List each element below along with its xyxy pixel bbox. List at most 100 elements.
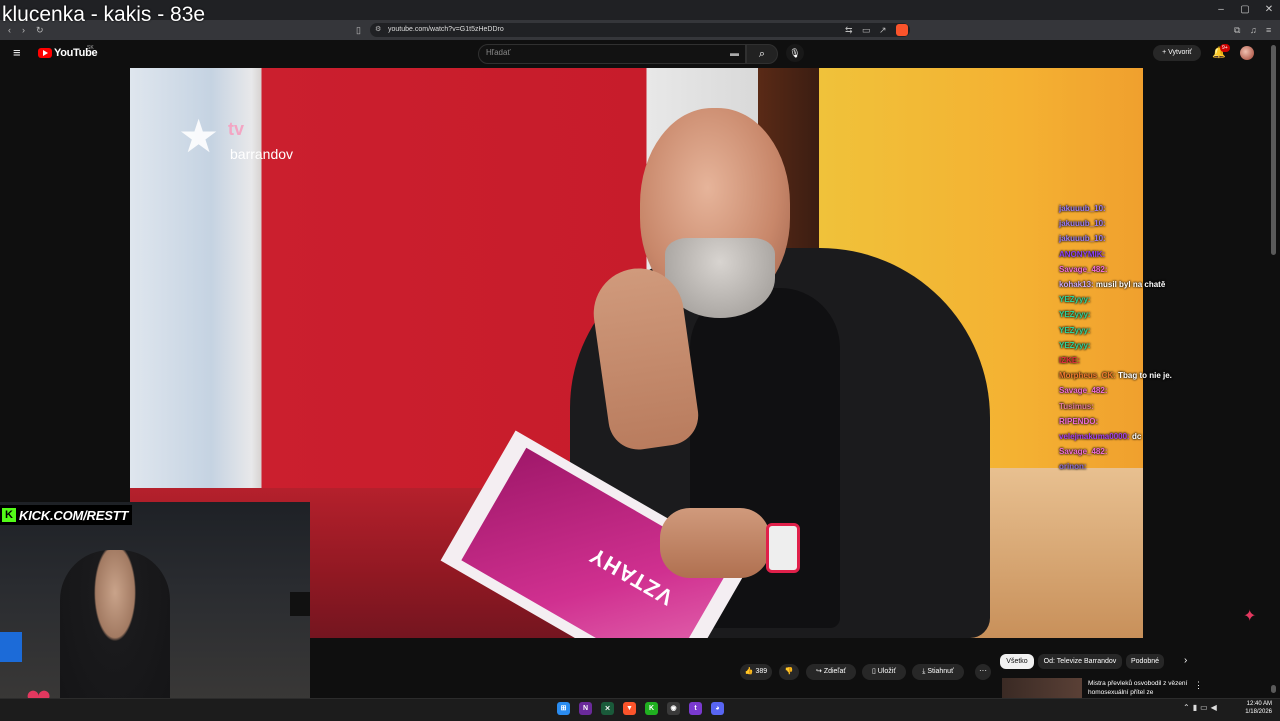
chat-username: YEZyyy: — [1059, 310, 1091, 320]
chat-message: Savage_482: — [1059, 383, 1279, 398]
brave-icon[interactable]: ▼ — [623, 702, 636, 715]
kick-url: KICK.COM/RESTT — [19, 507, 129, 523]
cast-icon[interactable]: ▭ — [862, 24, 871, 36]
url-text[interactable]: youtube.com/watch?v=G1t5zHeDDro — [388, 24, 504, 36]
create-button[interactable]: + Vytvoriť — [1153, 45, 1201, 61]
chat-message: ANONYMIK: — [1059, 247, 1279, 262]
voice-search-button[interactable]: 🎙 — [786, 44, 804, 62]
chat-username: jakuuub_10: — [1059, 234, 1106, 244]
kick-badge: K KICK.COM/RESTT — [0, 505, 133, 525]
twitch-icon[interactable]: t — [689, 702, 702, 715]
kebab-menu-icon[interactable]: ⋮ — [1194, 680, 1203, 691]
chip-from-channel[interactable]: Od: Televize Barrandov — [1038, 654, 1122, 669]
region-code: SK — [87, 45, 94, 51]
clock-date[interactable]: 1/18/2026 — [1238, 709, 1272, 715]
search-icon: ⌕ — [758, 48, 766, 60]
chip-all[interactable]: Všetko — [1000, 654, 1034, 669]
bookmark-icon[interactable]: ▯ — [356, 24, 361, 36]
chat-text: dc — [1131, 432, 1142, 442]
chat-username: kohak13: — [1059, 280, 1094, 290]
like-button[interactable]: 👍 389 — [740, 664, 772, 680]
chat-username: YEZyyy: — [1059, 340, 1091, 350]
thumbs-up-icon: 👍 — [744, 668, 756, 675]
channel-logo-name: barrandov — [230, 146, 294, 162]
chat-message: IZKE: — [1059, 353, 1279, 368]
account-avatar[interactable] — [1240, 46, 1254, 60]
discord-icon[interactable]: ◕ — [711, 702, 724, 715]
chat-username: IZKE: — [1059, 356, 1080, 366]
chat-username: jakuuub_10: — [1059, 204, 1106, 213]
chat-text: musil byl na chatě — [1095, 280, 1166, 290]
youtube-logo-icon[interactable] — [38, 48, 52, 58]
dislike-button[interactable]: 👎 — [779, 664, 799, 680]
search-input[interactable] — [478, 44, 746, 64]
recommendation-title[interactable]: Mistra převleků osvobodil z vězení homos… — [1088, 679, 1188, 697]
recommendation-thumbnail[interactable] — [1002, 678, 1082, 698]
chat-username: Tusimus: — [1059, 401, 1094, 411]
share-icon: ↪ — [816, 668, 824, 675]
download-button[interactable]: ⤓ Stiahnuť — [912, 664, 964, 680]
video-person-watch — [766, 523, 800, 573]
chat-username: YEZyyy: — [1059, 325, 1091, 335]
hamburger-menu-icon[interactable]: ≡ — [13, 46, 27, 60]
chat-message: velejmakuma0000: dc — [1059, 429, 1279, 444]
chat-message: Savage_482: — [1059, 444, 1279, 459]
like-count: 389 — [755, 668, 768, 675]
chat-username: ANONYMIK: — [1059, 249, 1106, 259]
clock-time[interactable]: 12:40 AM — [1238, 701, 1272, 707]
browser-menu-icon[interactable]: ≡ — [1266, 24, 1271, 36]
minimize-button[interactable]: – — [1210, 3, 1232, 17]
thumbs-down-icon: 👎 — [784, 668, 794, 675]
save-button[interactable]: ▯ Uložiť — [862, 664, 906, 680]
maximize-button[interactable]: ▢ — [1234, 3, 1256, 17]
media-icon[interactable]: ♫ — [1250, 24, 1257, 36]
chevron-right-icon[interactable]: › — [1184, 655, 1187, 666]
chat-username: orinon: — [1059, 462, 1087, 472]
chat-username: Savage_482: — [1059, 386, 1108, 396]
sparkle-icon: ✦ — [1243, 608, 1257, 625]
chat-message: YEZyyy: — [1059, 338, 1279, 353]
chat-message: YEZyyy: — [1059, 307, 1279, 322]
stream-overlay-title: klucenka - kakis - 83e — [2, 3, 206, 26]
webcam-lamp — [290, 592, 310, 616]
steam-icon[interactable]: ◉ — [667, 702, 680, 715]
chat-username: velejmakuma0000: — [1059, 432, 1130, 442]
webcam-person — [60, 550, 170, 720]
more-actions-button[interactable]: ··· — [975, 664, 991, 680]
extensions-icon[interactable]: ⧉ — [1234, 24, 1240, 36]
keyboard-icon[interactable]: ▬ — [730, 48, 739, 58]
chat-message: jakuuub_10: — [1059, 216, 1279, 231]
chat-message: orinon: — [1059, 459, 1279, 474]
app-icon-purple[interactable]: N — [579, 702, 592, 715]
search-placeholder[interactable]: Hľadať — [486, 48, 510, 57]
page-scrollbar[interactable] — [1271, 45, 1276, 255]
xbox-icon[interactable]: ⨯ — [601, 702, 614, 715]
chat-message: RIPENDO: — [1059, 414, 1279, 429]
chat-message: jakuuub_10: — [1059, 231, 1279, 246]
kick-app-icon[interactable]: K — [645, 702, 658, 715]
chat-username: RIPENDO: — [1059, 416, 1099, 426]
chat-username: Savage_482: — [1059, 264, 1108, 274]
chat-username: Savage_482: — [1059, 447, 1108, 457]
stream-chat-overlay: jakuuub_10: jakuuub_10: jakuuub_10: ANON… — [1059, 201, 1279, 475]
notification-count-badge: 9+ — [1220, 44, 1230, 52]
share-page-icon[interactable]: ↗ — [879, 24, 887, 36]
brave-shield-icon[interactable] — [896, 24, 908, 36]
webcam-blue-light — [0, 632, 22, 662]
chat-username: YEZyyy: — [1059, 295, 1091, 305]
system-tray-icons[interactable]: ⌃▮▭◀ — [1183, 703, 1220, 712]
video-person-hand-2 — [660, 508, 770, 578]
share-button[interactable]: ↪ Zdieľať — [806, 664, 856, 680]
chat-message: Savage_482: — [1059, 262, 1279, 277]
search-button[interactable]: ⌕ — [746, 44, 778, 64]
kick-logo-icon: K — [2, 508, 16, 522]
scrollbar-bottom[interactable] — [1271, 685, 1276, 693]
download-label: Stiahnuť — [927, 668, 954, 675]
chip-similar[interactable]: Podobné — [1126, 654, 1164, 669]
channel-logo-tv: tv — [228, 119, 245, 139]
close-window-button[interactable]: ✕ — [1258, 3, 1280, 17]
site-info-icon[interactable]: ⚙ — [375, 24, 381, 36]
start-icon[interactable]: ⊞ — [557, 702, 570, 715]
translate-icon[interactable]: ⇆ — [845, 24, 853, 36]
chat-message: jakuuub_10: — [1059, 201, 1279, 216]
